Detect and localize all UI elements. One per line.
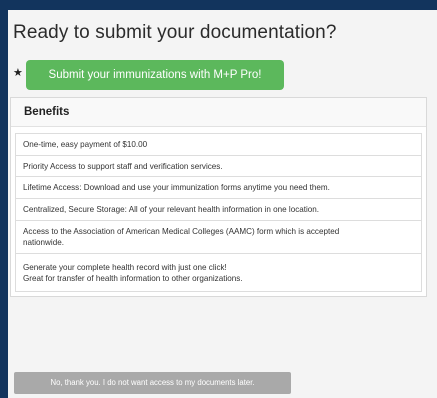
benefit-text: Centralized, Secure Storage: All of your… bbox=[23, 205, 320, 214]
benefit-item: Generate your complete health record wit… bbox=[15, 253, 422, 292]
benefit-item: Centralized, Secure Storage: All of your… bbox=[15, 198, 422, 221]
decline-button[interactable]: No, thank you. I do not want access to m… bbox=[14, 372, 291, 394]
page-title: Ready to submit your documentation? bbox=[13, 22, 337, 43]
star-icon: ★ bbox=[13, 67, 23, 79]
benefit-item: Lifetime Access: Download and use your i… bbox=[15, 176, 422, 199]
submit-immunizations-button[interactable]: Submit your immunizations with M+P Pro! bbox=[26, 60, 284, 90]
benefit-text: nationwide. bbox=[23, 238, 64, 247]
benefit-text: One-time, easy payment of $10.00 bbox=[23, 140, 148, 149]
benefits-panel: Benefits One-time, easy payment of $10.0… bbox=[10, 97, 427, 297]
benefit-item: One-time, easy payment of $10.00 bbox=[15, 133, 422, 156]
benefit-text: Generate your complete health record wit… bbox=[23, 262, 227, 272]
benefit-text: Access to the Association of American Me… bbox=[23, 227, 340, 236]
benefit-item: Access to the Association of American Me… bbox=[15, 220, 422, 254]
benefit-item: Priority Access to support staff and ver… bbox=[15, 155, 422, 177]
benefit-text: Priority Access to support staff and ver… bbox=[23, 161, 223, 171]
benefits-heading: Benefits bbox=[11, 98, 426, 127]
benefit-text: Lifetime Access: Download and use your i… bbox=[23, 183, 330, 192]
benefit-text: Great for transfer of health information… bbox=[23, 273, 243, 283]
benefits-list: One-time, easy payment of $10.00 Priorit… bbox=[11, 127, 426, 296]
